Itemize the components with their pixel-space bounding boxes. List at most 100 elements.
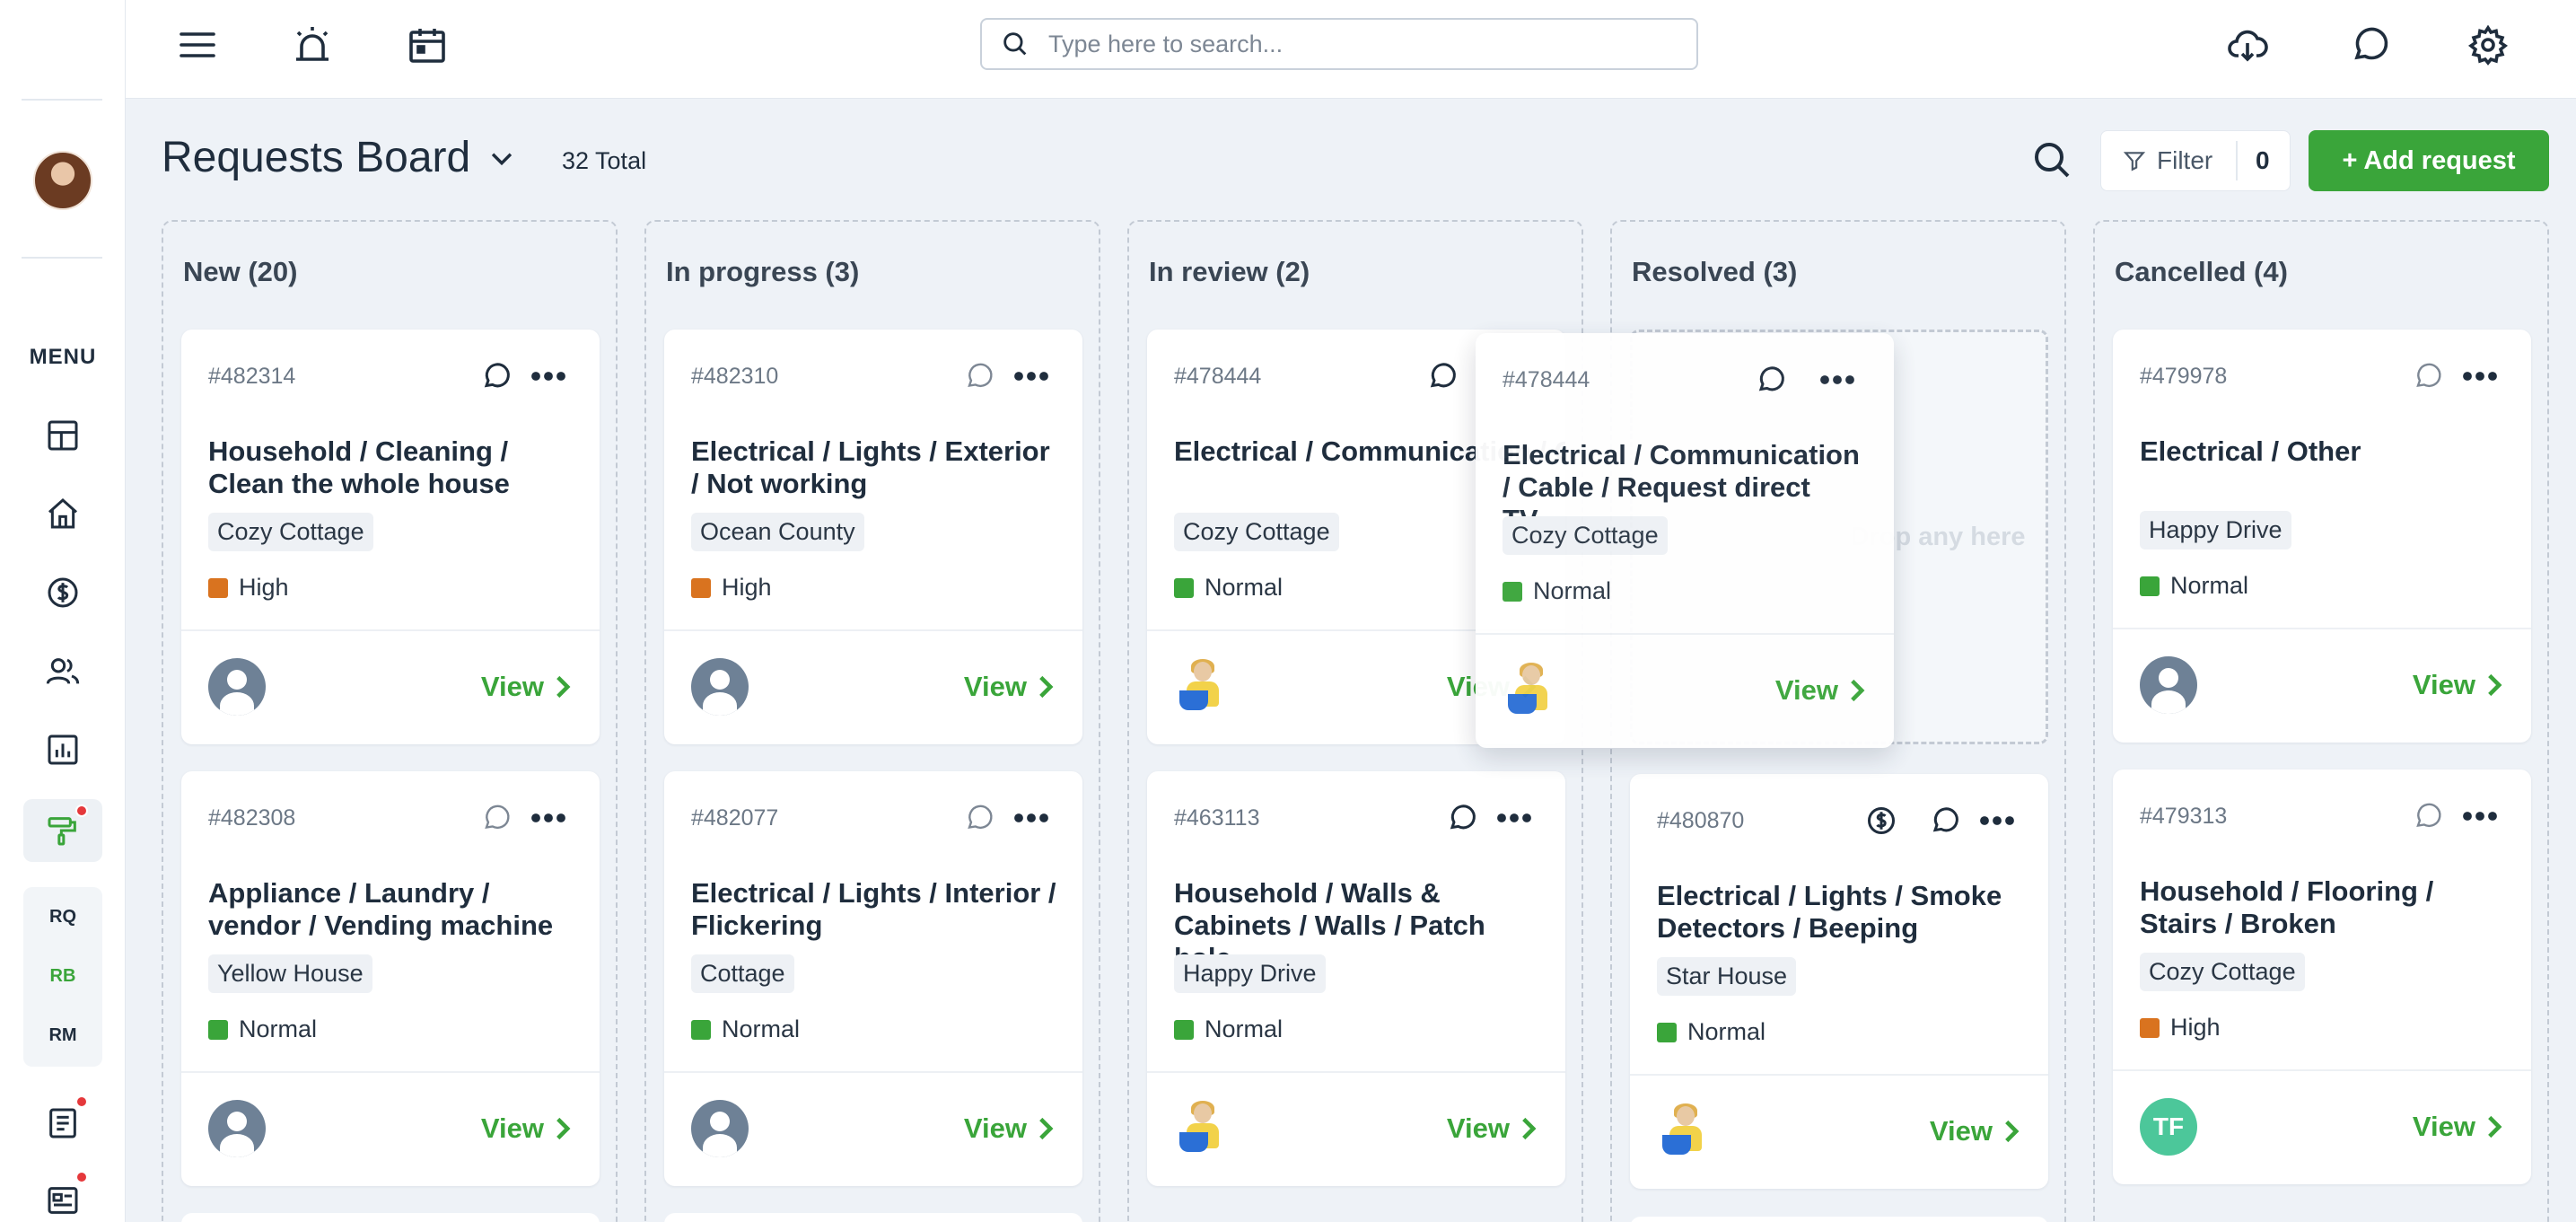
- comments-button[interactable]: [1928, 803, 1964, 839]
- request-card[interactable]: #479313 Household / Flooring / Stairs / …: [2113, 769, 2531, 1184]
- view-link[interactable]: View: [481, 671, 573, 703]
- sidebar-item-dashboard[interactable]: [23, 404, 102, 467]
- priority-label: Normal: [1533, 577, 1612, 604]
- filter-button[interactable]: Filter 0: [2100, 130, 2291, 191]
- topbar: [126, 0, 2576, 99]
- assignee-avatar[interactable]: [1174, 1100, 1231, 1157]
- view-link[interactable]: View: [2413, 669, 2504, 701]
- chevron-right-icon: [1039, 1117, 1054, 1140]
- column-title: New (20): [183, 256, 298, 287]
- more-button[interactable]: [2458, 798, 2502, 834]
- request-card[interactable]: #482314 Household / Cleaning / Clean the…: [181, 330, 600, 744]
- payment-button[interactable]: [1863, 803, 1899, 839]
- assignee-avatar[interactable]: [1174, 658, 1231, 716]
- dollar-icon: [1868, 807, 1895, 834]
- filter-label: Filter: [2157, 146, 2213, 174]
- alarm-button[interactable]: [287, 20, 337, 70]
- more-button[interactable]: [1009, 358, 1054, 394]
- sidebar-item-requests[interactable]: [23, 799, 102, 862]
- assignee-avatar[interactable]: [2140, 656, 2197, 714]
- chat-icon: [2354, 27, 2388, 60]
- priority-label: Normal: [1205, 574, 1284, 601]
- comments-button[interactable]: [962, 358, 998, 394]
- request-card[interactable]: #482310 Electrical / Lights / Exterior /…: [664, 330, 1082, 744]
- sidebar-item-reports[interactable]: [23, 718, 102, 781]
- request-card[interactable]: #479978 Electrical / Other Happy Drive N…: [2113, 330, 2531, 743]
- board-title[interactable]: Requests Board: [162, 133, 517, 182]
- comments-button[interactable]: [962, 800, 998, 836]
- dragging-card[interactable]: #478444 Electrical / Communication / Cab…: [1476, 333, 1894, 748]
- more-button[interactable]: [526, 358, 571, 394]
- subnav-rb[interactable]: RB: [23, 946, 102, 1006]
- chat-icon: [968, 363, 993, 388]
- view-link[interactable]: View: [964, 1112, 1056, 1145]
- priority-swatch: [2140, 1017, 2160, 1038]
- view-label: View: [963, 671, 1027, 702]
- assignee-avatar[interactable]: TF: [2140, 1098, 2197, 1156]
- more-button[interactable]: [1975, 803, 2020, 839]
- comments-button[interactable]: [2411, 798, 2447, 834]
- download-button[interactable]: [2222, 20, 2273, 70]
- assignee-avatar[interactable]: [1503, 662, 1560, 719]
- subnav-rm[interactable]: RM: [23, 1006, 102, 1065]
- assignee-avatar[interactable]: [208, 658, 266, 716]
- sidebar-item-news[interactable]: [23, 1169, 102, 1222]
- view-link[interactable]: View: [1930, 1115, 2021, 1147]
- property-tag: Cozy Cottage: [208, 513, 373, 551]
- assignee-avatar[interactable]: [1657, 1103, 1714, 1160]
- card-divider: [1476, 633, 1894, 635]
- add-request-button[interactable]: + Add request: [2309, 130, 2549, 191]
- request-card[interactable]: #480870 Electrical / Lights / Smoke Dete…: [1630, 774, 2048, 1189]
- comments-button[interactable]: [479, 800, 515, 836]
- chevron-right-icon: [1851, 679, 1865, 702]
- view-link[interactable]: View: [1447, 1112, 1538, 1145]
- priority-label: Normal: [1687, 1018, 1766, 1045]
- request-card[interactable]: #463113 Household / Walls & Cabinets / W…: [1147, 771, 1565, 1186]
- view-link[interactable]: View: [964, 671, 1056, 703]
- search-input[interactable]: [1048, 30, 1659, 58]
- property-tag: Star House: [1657, 957, 1797, 996]
- more-button[interactable]: [1009, 800, 1054, 836]
- more-button[interactable]: [1815, 362, 1860, 398]
- property-tag: Cottage: [691, 954, 794, 993]
- chat-icon: [968, 804, 993, 830]
- settings-button[interactable]: [2463, 20, 2513, 70]
- sidebar-item-users[interactable]: [23, 640, 102, 703]
- comments-button[interactable]: [1425, 358, 1461, 394]
- property-tag: Happy Drive: [1174, 954, 1326, 993]
- view-link[interactable]: View: [481, 1112, 573, 1145]
- document-icon: [49, 1108, 76, 1138]
- global-search[interactable]: [980, 18, 1698, 70]
- more-button[interactable]: [2458, 358, 2502, 394]
- card-divider: [2113, 628, 2531, 629]
- card-divider: [1630, 1074, 2048, 1076]
- messages-button[interactable]: [2346, 20, 2396, 70]
- comments-button[interactable]: [479, 358, 515, 394]
- card-divider: [664, 1071, 1082, 1073]
- calendar-button[interactable]: [402, 20, 452, 70]
- priority-swatch: [1657, 1022, 1677, 1042]
- menu-button[interactable]: [172, 20, 223, 70]
- chevron-right-icon: [2488, 673, 2502, 697]
- chat-icon: [485, 804, 510, 830]
- assignee-avatar[interactable]: [208, 1100, 266, 1157]
- subnav-rq[interactable]: RQ: [23, 887, 102, 946]
- comments-button[interactable]: [1445, 800, 1481, 836]
- sidebar-item-home[interactable]: [23, 482, 102, 545]
- comments-button[interactable]: [1754, 362, 1790, 398]
- view-link[interactable]: View: [2413, 1111, 2504, 1143]
- more-button[interactable]: [526, 800, 571, 836]
- request-card[interactable]: #482308 Appliance / Laundry / vendor / V…: [181, 771, 600, 1186]
- priority: Normal: [691, 1015, 800, 1043]
- comments-button[interactable]: [2411, 358, 2447, 394]
- more-button[interactable]: [1492, 800, 1537, 836]
- assignee-avatar[interactable]: [691, 1100, 749, 1157]
- sidebar-item-payments[interactable]: [23, 561, 102, 624]
- request-id: #478444: [1503, 367, 1590, 392]
- view-link[interactable]: View: [1775, 674, 1867, 707]
- sidebar-item-documents[interactable]: [23, 1092, 102, 1155]
- search-icon[interactable]: [2030, 138, 2073, 181]
- request-card[interactable]: #482077 Electrical / Lights / Interior /…: [664, 771, 1082, 1186]
- assignee-avatar[interactable]: [691, 658, 749, 716]
- user-avatar[interactable]: [33, 151, 92, 210]
